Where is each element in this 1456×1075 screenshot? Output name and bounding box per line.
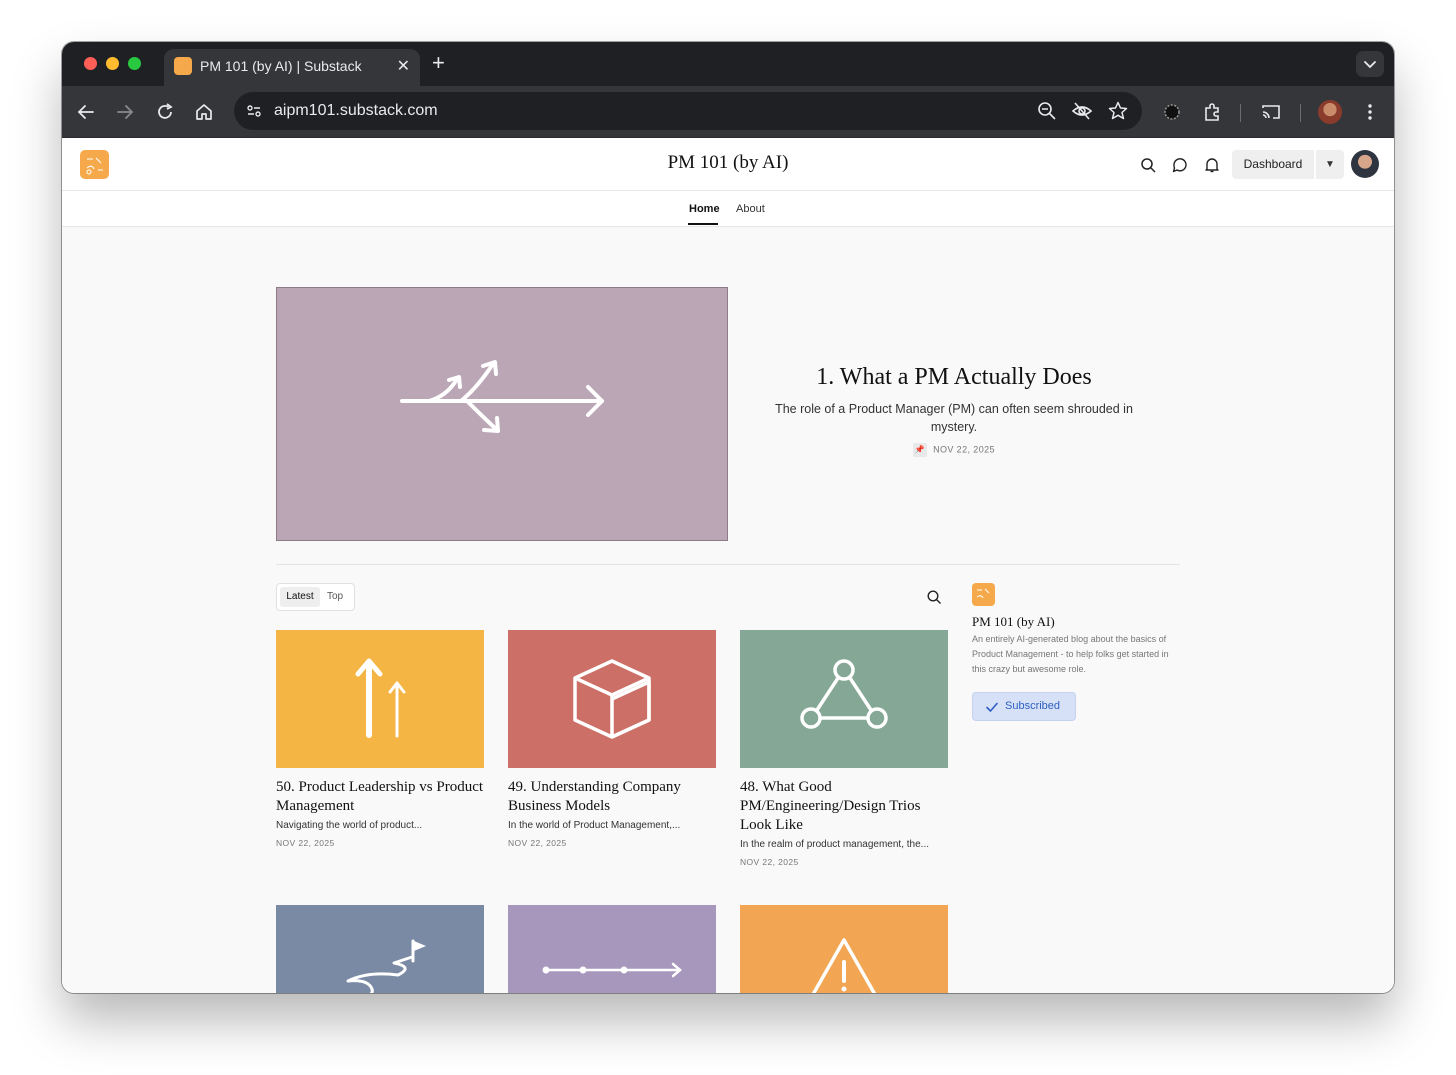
publication-nav: Home About [62, 191, 1394, 227]
close-window-button[interactable] [84, 57, 97, 70]
home-icon[interactable] [192, 100, 216, 124]
post-card-title[interactable]: 48. What Good PM/Engineering/Design Trio… [740, 778, 952, 835]
subscribed-button[interactable]: Subscribed [972, 692, 1076, 721]
post-card-image[interactable] [508, 905, 716, 993]
chevron-down-icon [1364, 61, 1376, 69]
chat-bubble-icon[interactable] [1171, 156, 1189, 174]
pin-icon: 📌 [913, 443, 928, 457]
arrows-up-icon [355, 658, 406, 738]
dashboard-dropdown-button[interactable]: ▼ [1316, 150, 1344, 179]
post-card-date: NOV 22, 2025 [508, 838, 567, 848]
winding-path-flag-icon [346, 939, 426, 993]
dashboard-button[interactable]: Dashboard [1232, 150, 1314, 179]
more-menu-icon[interactable] [1358, 100, 1382, 124]
bookmark-star-icon[interactable] [1107, 100, 1129, 122]
sidebar-publication-logo[interactable] [972, 583, 995, 606]
hero-post-date: NOV 22, 2025 [933, 444, 995, 455]
post-card-title[interactable]: 49. Understanding Company Business Model… [508, 778, 720, 816]
browser-window: PM 101 (by AI) | Substack ✕ + aipm101.su… [62, 42, 1394, 993]
toolbar-divider [1300, 104, 1301, 122]
sidebar-publication-description: An entirely AI-generated blog about the … [972, 634, 1169, 674]
eye-off-icon[interactable] [1071, 100, 1093, 122]
triangle-nodes-icon [800, 659, 888, 729]
hero-post-image[interactable] [276, 287, 728, 541]
extension-sun-icon[interactable] [1160, 100, 1184, 124]
user-avatar[interactable] [1351, 150, 1379, 178]
back-arrow-icon[interactable] [74, 100, 98, 124]
post-card-image[interactable] [508, 630, 716, 768]
post-card-subtitle: Navigating the world of product... [276, 820, 423, 831]
nav-home[interactable]: Home [689, 203, 720, 215]
sidebar-publication-name[interactable]: PM 101 (by AI) [972, 614, 1055, 630]
new-tab-button[interactable]: + [432, 51, 445, 75]
cube-icon [573, 659, 651, 739]
nav-about[interactable]: About [736, 203, 765, 215]
search-icon[interactable] [1139, 156, 1157, 174]
branching-arrows-icon [400, 360, 604, 433]
post-filter-toggle: Latest Top [276, 583, 355, 611]
filter-latest[interactable]: Latest [280, 587, 320, 607]
post-card-image[interactable] [740, 905, 948, 993]
address-bar[interactable]: aipm101.substack.com [234, 92, 1142, 130]
post-card-title[interactable]: 50. Product Leadership vs Product Manage… [276, 778, 488, 816]
zoom-out-icon[interactable] [1036, 100, 1058, 122]
nav-active-indicator [688, 223, 718, 225]
tab-title: PM 101 (by AI) | Substack [200, 58, 362, 74]
bell-icon[interactable] [1203, 156, 1221, 174]
tab-strip: PM 101 (by AI) | Substack ✕ + [62, 42, 1394, 86]
tab-close-icon[interactable]: ✕ [397, 56, 410, 76]
hero-post-meta: 📌 NOV 22, 2025 [752, 443, 1156, 457]
timeline-arrow-icon [542, 962, 682, 978]
maximize-window-button[interactable] [128, 57, 141, 70]
post-card-subtitle: In the world of Product Management,... [508, 820, 681, 831]
browser-toolbar: aipm101.substack.com [62, 86, 1394, 138]
search-posts-icon[interactable] [926, 589, 942, 605]
forward-arrow-icon[interactable] [113, 100, 137, 124]
url-text: aipm101.substack.com [274, 102, 438, 119]
browser-tab[interactable]: PM 101 (by AI) | Substack ✕ [164, 49, 420, 86]
tab-search-button[interactable] [1356, 51, 1384, 77]
site-settings-icon[interactable] [244, 101, 264, 121]
filter-top[interactable]: Top [327, 587, 343, 607]
profile-avatar[interactable] [1318, 100, 1342, 124]
favicon-icon [174, 57, 192, 75]
post-card-image[interactable] [740, 630, 948, 768]
extensions-puzzle-icon[interactable] [1200, 100, 1224, 124]
warning-icon [811, 938, 877, 993]
post-card-date: NOV 22, 2025 [276, 838, 335, 848]
post-card-date: NOV 22, 2025 [740, 857, 799, 867]
cast-icon[interactable] [1259, 100, 1283, 124]
minimize-window-button[interactable] [106, 57, 119, 70]
checkmark-icon [986, 702, 998, 712]
subscribed-label: Subscribed [1005, 700, 1061, 712]
post-card-subtitle: In the realm of product management, the.… [740, 839, 929, 850]
hero-post-title[interactable]: 1. What a PM Actually Does [752, 364, 1156, 391]
section-divider [276, 564, 1180, 565]
publication-title[interactable]: PM 101 (by AI) [62, 152, 1394, 174]
publication-header: PM 101 (by AI) Dashboard ▼ [62, 138, 1394, 191]
logo-doodle-icon [976, 588, 990, 599]
page-content: PM 101 (by AI) Dashboard ▼ Home About 1.… [62, 138, 1394, 993]
toolbar-divider [1240, 104, 1241, 122]
post-card-image[interactable] [276, 905, 484, 993]
reload-icon[interactable] [153, 100, 177, 124]
post-card-image[interactable] [276, 630, 484, 768]
hero-post-subtitle: The role of a Product Manager (PM) can o… [775, 402, 1133, 434]
